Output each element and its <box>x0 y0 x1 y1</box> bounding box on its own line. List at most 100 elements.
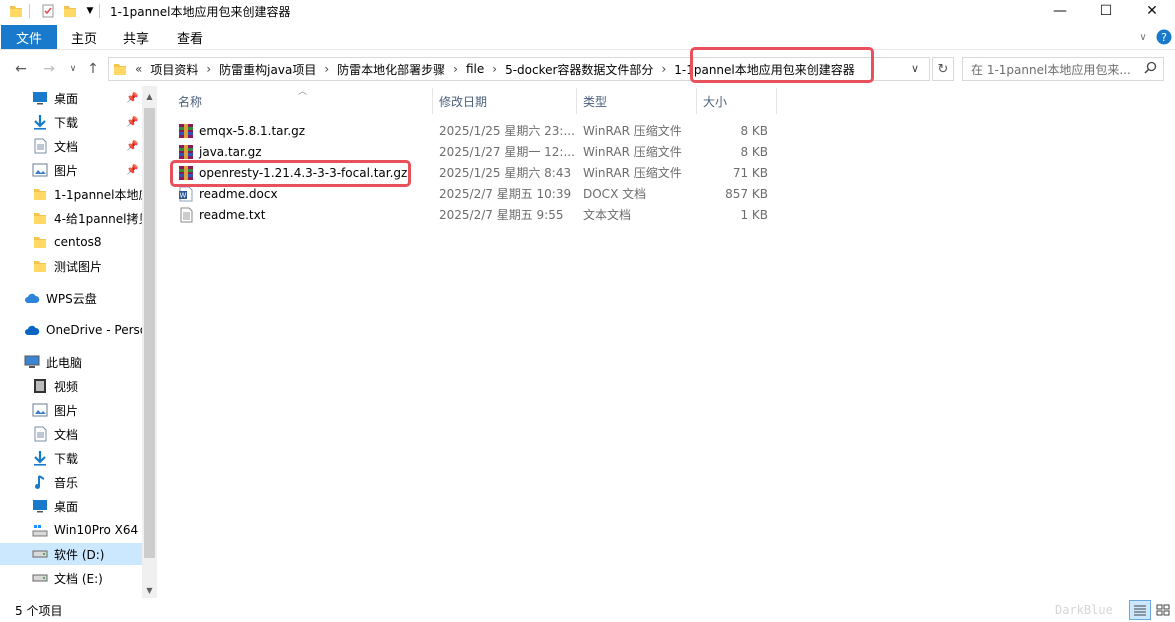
folder-icon <box>113 61 129 77</box>
new-folder-icon[interactable] <box>62 3 78 19</box>
column-headers: 名称 修改日期 类型 大小 <box>172 88 778 114</box>
scroll-up-icon[interactable]: ▲ <box>142 88 157 104</box>
file-row[interactable]: emqx-5.8.1.tar.gz 2025/1/25 星期六 23:... W… <box>172 120 778 141</box>
sidebar-item-label: 图片 <box>54 403 79 418</box>
sidebar-item-folder[interactable]: 1-1pannel本地应 <box>0 183 142 205</box>
close-button[interactable]: ✕ <box>1129 0 1175 22</box>
sidebar-item-folder[interactable]: centos8 <box>0 231 142 253</box>
scroll-down-icon[interactable]: ▼ <box>142 582 157 598</box>
breadcrumb-item[interactable]: file <box>462 62 488 76</box>
pin-icon[interactable]: 📌 <box>126 117 138 128</box>
breadcrumb-item[interactable]: 防雷本地化部署步骤 <box>333 61 449 78</box>
sidebar-item-documents[interactable]: 文档 <box>0 423 142 445</box>
pictures-icon <box>32 162 48 178</box>
sidebar-item-downloads[interactable]: 下载 <box>0 447 142 469</box>
breadcrumb-overflow[interactable]: « <box>131 62 146 76</box>
breadcrumb-item[interactable]: 5-docker容器数据文件部分 <box>501 61 657 78</box>
sidebar-scrollbar[interactable]: ▲ ▼ <box>142 86 157 598</box>
sidebar-item-label: 音乐 <box>54 475 79 490</box>
sidebar-item-this-pc[interactable]: 此电脑 <box>0 351 142 373</box>
file-type: 文本文档 <box>583 208 632 222</box>
recent-locations-chevron-icon[interactable]: ∨ <box>64 59 82 79</box>
documents-icon <box>32 138 48 154</box>
sidebar-item-videos[interactable]: 视频 <box>0 375 142 397</box>
sidebar-item-drive-d[interactable]: 软件 (D:) <box>0 543 142 565</box>
sidebar-item-desktop[interactable]: 桌面 <box>0 495 142 517</box>
cloud-icon <box>24 290 40 306</box>
desktop-icon <box>32 90 48 106</box>
file-type: WinRAR 压缩文件 <box>583 145 682 159</box>
windows-drive-icon <box>32 522 48 538</box>
forward-arrow-icon[interactable]: → <box>40 59 58 79</box>
tab-file[interactable]: 文件 <box>1 25 57 49</box>
tab-view[interactable]: 查看 <box>177 25 203 49</box>
sidebar-item-label: 下载 <box>54 451 79 466</box>
folder-icon <box>32 258 48 274</box>
sidebar-item-wps-cloud[interactable]: WPS云盘 <box>0 287 142 309</box>
sidebar-item-label: 1-1pannel本地应 <box>54 187 142 202</box>
pin-icon[interactable]: 📌 <box>126 141 138 152</box>
back-arrow-icon[interactable]: ← <box>12 59 30 79</box>
documents-icon <box>32 426 48 442</box>
drive-icon <box>32 570 48 586</box>
search-input[interactable]: 在 1-1pannel本地应用包来... <box>962 57 1164 81</box>
address-dropdown-icon[interactable]: ∨ <box>906 58 924 78</box>
sidebar-item-label: 桌面 <box>54 499 79 514</box>
column-header-type[interactable]: 类型 <box>577 88 697 114</box>
breadcrumb-separator[interactable]: › <box>202 62 215 76</box>
sidebar-item-folder[interactable]: 4-给1pannel拷贝 <box>0 207 142 229</box>
onedrive-icon <box>24 322 40 338</box>
sidebar-item-onedrive[interactable]: OneDrive - Personal <box>0 319 142 341</box>
ribbon-tabs: 文件 主页 共享 查看 ∨ ? <box>0 24 1175 50</box>
drive-icon <box>32 546 48 562</box>
sidebar-item-pictures[interactable]: 图片 <box>0 399 142 421</box>
breadcrumb-item[interactable]: 防雷重构java项目 <box>215 61 320 78</box>
breadcrumb-separator[interactable]: › <box>320 62 333 76</box>
column-header-name[interactable]: 名称 <box>172 88 433 114</box>
sidebar-item-pictures[interactable]: 图片 📌 <box>0 159 142 181</box>
sidebar-item-desktop[interactable]: 桌面 📌 <box>0 87 142 109</box>
details-view-icon[interactable] <box>1129 600 1151 620</box>
column-header-date[interactable]: 修改日期 <box>433 88 577 114</box>
expand-ribbon-icon[interactable]: ∨ <box>1136 28 1150 46</box>
large-icons-view-icon[interactable] <box>1152 600 1174 620</box>
pin-icon[interactable]: 📌 <box>126 165 138 176</box>
file-size: 71 KB <box>732 165 768 180</box>
up-arrow-icon[interactable]: ↑ <box>84 59 102 79</box>
sidebar-item-label: 此电脑 <box>46 355 83 370</box>
sidebar-item-drive-c[interactable]: Win10Pro X64 <box>0 519 142 541</box>
help-icon[interactable]: ? <box>1156 28 1172 46</box>
window-title: 1-1pannel本地应用包来创建容器 <box>110 5 291 19</box>
file-row[interactable]: java.tar.gz 2025/1/27 星期一 12:... WinRAR … <box>172 141 778 162</box>
breadcrumb-separator[interactable]: › <box>488 62 501 76</box>
folder-icon <box>32 210 48 226</box>
file-size: 8 KB <box>740 144 768 159</box>
sidebar-item-drive-e[interactable]: 文档 (E:) <box>0 567 142 589</box>
sidebar-item-label: 桌面 <box>54 91 79 106</box>
customize-toolbar-icon[interactable]: ▼ <box>84 3 96 19</box>
breadcrumb-separator[interactable]: › <box>657 62 670 76</box>
maximize-button[interactable]: ☐ <box>1083 0 1129 22</box>
minimize-button[interactable]: — <box>1037 0 1083 22</box>
refresh-icon[interactable]: ↻ <box>932 57 954 81</box>
tab-home[interactable]: 主页 <box>71 25 97 49</box>
sidebar-item-documents[interactable]: 文档 📌 <box>0 135 142 157</box>
sidebar-item-music[interactable]: 音乐 <box>0 471 142 493</box>
watermark: DarkBlue <box>1055 603 1113 617</box>
sidebar-item-label: WPS云盘 <box>46 291 97 306</box>
breadcrumb-separator[interactable]: › <box>449 62 462 76</box>
scroll-thumb[interactable] <box>144 108 155 558</box>
file-name: readme.txt <box>199 207 266 222</box>
pin-icon[interactable]: 📌 <box>126 93 138 104</box>
navigation-pane: 桌面 📌 下载 📌 文档 📌 图片 📌 1-1pannel本地应 4-给1pan… <box>0 86 158 598</box>
properties-icon[interactable] <box>40 3 56 19</box>
breadcrumb-item[interactable]: 项目资料 <box>146 61 202 78</box>
item-count: 5 个项目 <box>15 604 63 618</box>
sidebar-item-folder[interactable]: 测试图片 <box>0 255 142 277</box>
tab-share[interactable]: 共享 <box>123 25 149 49</box>
file-row[interactable]: readme.txt 2025/2/7 星期五 9:55 文本文档 1 KB <box>172 204 778 225</box>
sidebar-item-label: 图片 <box>54 163 79 178</box>
sidebar-item-downloads[interactable]: 下载 📌 <box>0 111 142 133</box>
sidebar-item-label: 4-给1pannel拷贝 <box>54 211 142 226</box>
column-header-size[interactable]: 大小 <box>697 88 777 114</box>
